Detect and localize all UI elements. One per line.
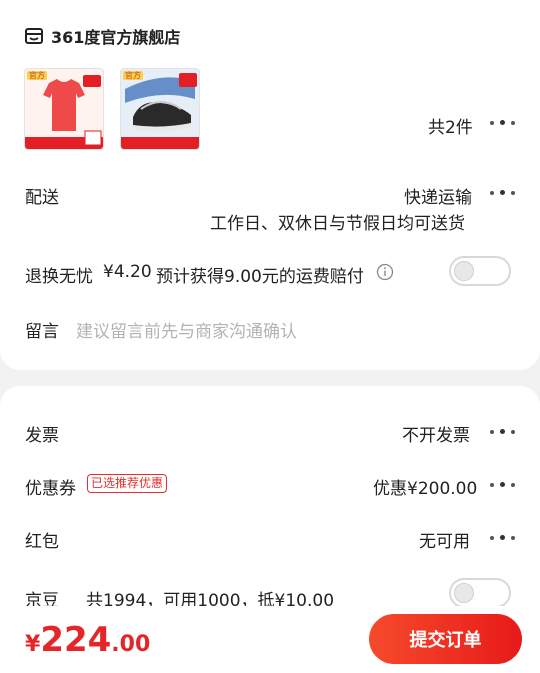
red-packet-label: 红包 [25, 532, 59, 552]
coupon-tag: 已选推荐优惠 [87, 474, 168, 493]
return-insurance-desc: 预计获得9.00元的运费赔付 [156, 267, 364, 287]
item-count: 共2件 [428, 118, 473, 138]
product-thumbnail-sneaker[interactable]: 官方 [120, 68, 200, 150]
return-insurance-toggle[interactable] [449, 256, 511, 286]
delivery-note: 工作日、双休日与节假日均可送货 [210, 214, 465, 234]
toggle-knob [454, 583, 474, 603]
more-icon[interactable] [490, 119, 516, 127]
invoice-value[interactable]: 不开发票 [402, 421, 470, 446]
coupon-value[interactable]: 优惠¥200.00 [373, 474, 477, 499]
store-icon [24, 26, 44, 46]
price-integer: 224 [40, 620, 112, 660]
more-icon[interactable] [490, 481, 516, 489]
shop-name[interactable]: 361度官方旗舰店 [51, 24, 180, 48]
info-icon[interactable] [376, 263, 394, 281]
coupon-label: 优惠券 [25, 479, 76, 499]
more-icon[interactable] [490, 428, 516, 436]
red-packet-value[interactable]: 无可用 [419, 527, 470, 552]
delivery-method[interactable]: 快递运输 [404, 183, 472, 208]
more-icon[interactable] [490, 189, 516, 197]
jingdou-toggle[interactable] [449, 578, 511, 608]
currency-symbol: ¥ [25, 632, 41, 657]
more-icon[interactable] [490, 534, 516, 542]
product-thumbnail-tshirt[interactable]: 官方 [24, 68, 104, 150]
message-label: 留言 [25, 322, 59, 342]
message-input[interactable]: 建议留言前先与商家沟通确认 [76, 317, 297, 342]
return-insurance-label: 退换无忧 [25, 267, 93, 287]
submit-order-button[interactable]: 提交订单 [369, 614, 522, 664]
toggle-knob [454, 261, 474, 281]
official-badge: 官方 [27, 71, 47, 80]
total-price: ¥224.00 [25, 620, 150, 660]
order-card: 361度官方旗舰店 官方 官方 共2件 配送 快递运输 工作日、双休日与节假日均… [0, 0, 540, 370]
official-badge: 官方 [123, 71, 143, 80]
invoice-label: 发票 [25, 426, 59, 446]
return-insurance-price: ¥4.20 [103, 262, 152, 282]
price-decimal: .00 [111, 632, 151, 657]
delivery-label: 配送 [25, 188, 59, 208]
